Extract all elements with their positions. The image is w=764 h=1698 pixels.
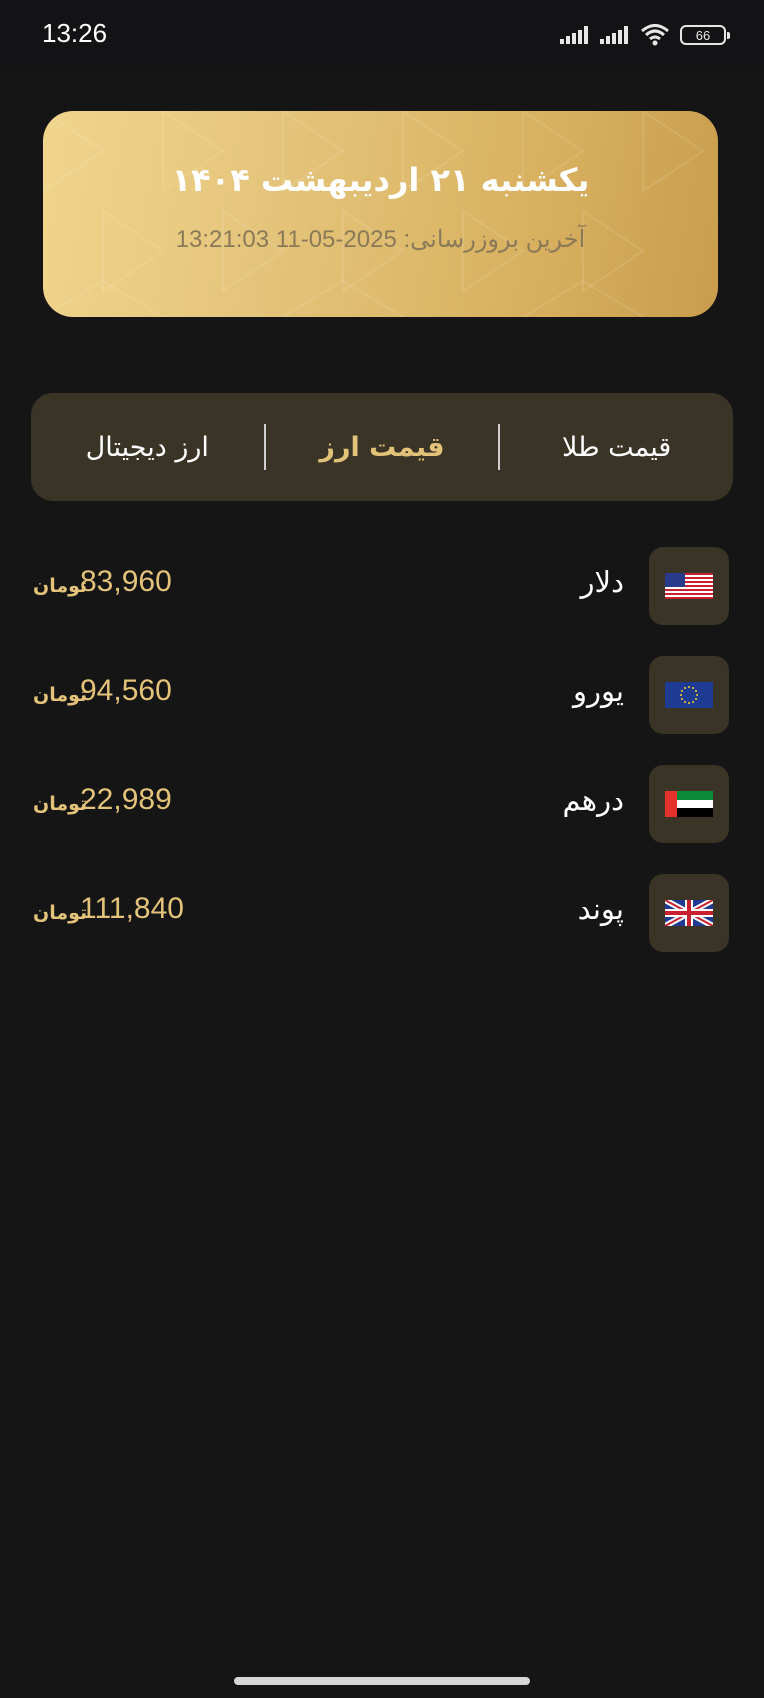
flag-container — [649, 547, 729, 625]
status-icons: 66 — [560, 22, 730, 48]
battery-level: 66 — [695, 27, 711, 43]
price-unit: تومان — [33, 793, 88, 815]
price-unit: تومان — [33, 902, 88, 924]
date-card: یکشنبه ۲۱ اردیبهشت ۱۴۰۴ آخرین بروزرسانی:… — [43, 111, 718, 317]
cellular-signal-icon — [560, 26, 588, 44]
wifi-icon — [641, 24, 669, 46]
date-title: یکشنبه ۲۱ اردیبهشت ۱۴۰۴ — [171, 161, 590, 199]
eu-flag-icon — [665, 682, 713, 708]
tab-gold-price[interactable]: قیمت طلا — [500, 432, 733, 463]
battery-icon: 66 — [680, 25, 730, 45]
price-value: 83,960 — [80, 565, 172, 598]
list-item[interactable]: درهم 22,989 تومان — [0, 765, 764, 845]
uae-flag-icon — [665, 791, 713, 817]
flag-container — [649, 874, 729, 952]
currency-name: یورو — [572, 674, 624, 708]
us-flag-icon — [665, 573, 713, 599]
price-value: 111,840 — [80, 892, 184, 925]
list-item[interactable]: یورو 94,560 تومان — [0, 656, 764, 736]
flag-container — [649, 656, 729, 734]
status-time: 13:26 — [42, 18, 108, 48]
uk-flag-icon — [665, 900, 713, 926]
price-value: 22,989 — [80, 783, 172, 816]
decorative-pattern — [43, 111, 705, 317]
price-value: 94,560 — [80, 674, 172, 707]
currency-name: پوند — [577, 892, 624, 926]
tab-digital-currency[interactable]: ارز دیجیتال — [31, 432, 264, 463]
list-item[interactable]: پوند 111,840 تومان — [0, 874, 764, 954]
status-bar: 13:26 66 — [0, 0, 764, 70]
currency-name: درهم — [562, 783, 624, 817]
currency-name: دلار — [580, 565, 624, 599]
price-unit: تومان — [33, 575, 88, 597]
last-update-text: آخرین بروزرسانی: 2025-05-11 13:21:03 — [175, 226, 586, 253]
cellular-signal-icon — [600, 26, 628, 44]
list-item[interactable]: دلار 83,960 تومان — [0, 547, 764, 627]
category-tabs: قیمت طلا قیمت ارز ارز دیجیتال — [31, 393, 733, 501]
price-unit: تومان — [33, 684, 88, 706]
home-indicator[interactable] — [234, 1677, 530, 1685]
tab-currency-price[interactable]: قیمت ارز — [266, 432, 499, 463]
flag-container — [649, 765, 729, 843]
